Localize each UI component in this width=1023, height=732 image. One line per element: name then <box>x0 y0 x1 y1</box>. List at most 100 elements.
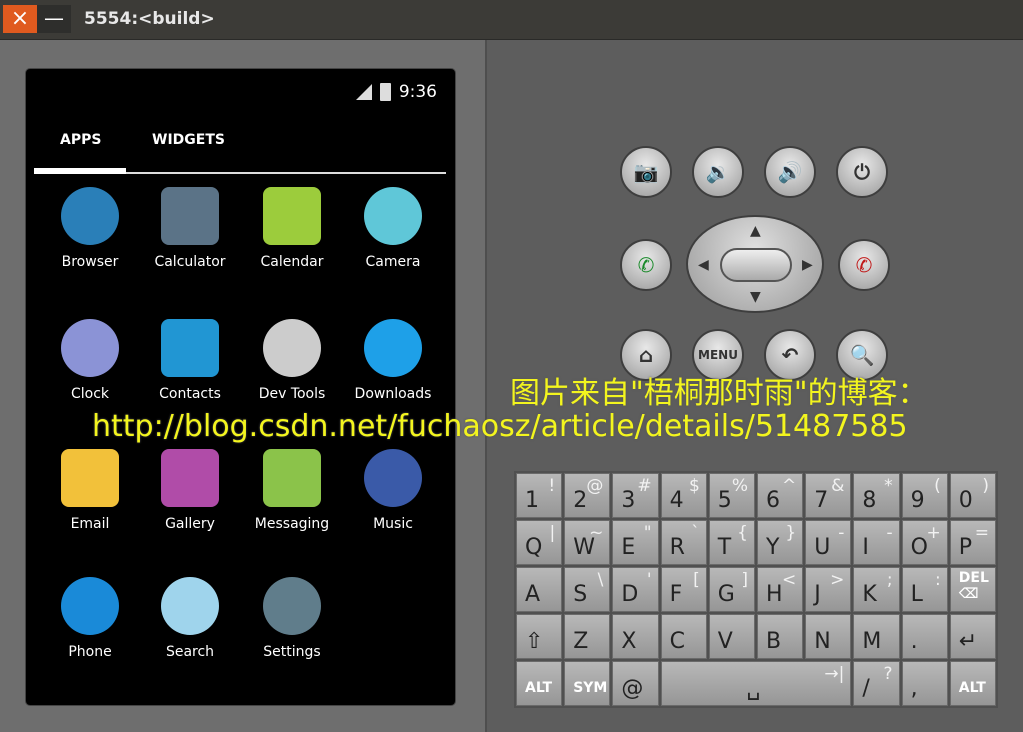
key-n[interactable]: N <box>805 614 852 659</box>
app-calendar[interactable]: Calendar <box>242 187 342 270</box>
volume-up-icon: 🔊 <box>777 160 803 184</box>
key-y[interactable]: Y} <box>757 520 804 565</box>
key-u[interactable]: U- <box>805 520 852 565</box>
key-s[interactable]: S \ <box>564 567 611 612</box>
key-f[interactable]: F[ <box>660 567 707 612</box>
camera-icon: 📷 <box>633 160 659 184</box>
tab-widgets[interactable]: WIDGETS <box>152 132 225 148</box>
app-settings[interactable]: Settings <box>242 577 342 660</box>
app-label: Contacts <box>159 386 221 402</box>
key-alt-label: [ <box>693 570 700 590</box>
key-e[interactable]: E " <box>612 520 659 565</box>
key-1[interactable]: 1! <box>516 473 563 518</box>
app-phone[interactable]: Phone <box>40 577 140 660</box>
key-sym42[interactable]: @ <box>612 661 659 706</box>
dpad[interactable]: ▲ ▼ ◀ ▶ <box>686 215 824 313</box>
key-sym45[interactable]: , <box>901 661 948 706</box>
camera-button[interactable]: 📷 <box>620 146 672 198</box>
key-v[interactable]: V <box>708 614 755 659</box>
key-label: 6 <box>766 488 780 513</box>
key-alt[interactable]: ALT <box>516 661 563 706</box>
key-w[interactable]: W ~ <box>564 520 611 565</box>
key-t[interactable]: T{ <box>708 520 755 565</box>
minimize-button[interactable]: — <box>37 5 71 33</box>
calculator-icon <box>161 187 219 245</box>
key-z[interactable]: Z <box>564 614 611 659</box>
app-downloads[interactable]: Downloads <box>343 319 443 402</box>
key-m[interactable]: M <box>853 614 900 659</box>
app-camera[interactable]: Camera <box>343 187 443 270</box>
key-d[interactable]: D ' <box>612 567 659 612</box>
dpad-up[interactable]: ▲ <box>750 223 761 239</box>
app-browser[interactable]: Browser <box>40 187 140 270</box>
key-i[interactable]: I- <box>853 520 900 565</box>
key-b[interactable]: B <box>757 614 804 659</box>
key-alt-label: →| <box>824 664 845 684</box>
key-9[interactable]: 9( <box>901 473 948 518</box>
key-l[interactable]: L: <box>901 567 948 612</box>
settings-icon <box>263 577 321 635</box>
key-6[interactable]: 6 ^ <box>757 473 804 518</box>
key-label: 3 <box>621 488 636 513</box>
key-3[interactable]: 3 # <box>612 473 659 518</box>
key-label: ↵ <box>958 629 978 654</box>
app-label: Search <box>165 644 215 660</box>
key-label: Q <box>525 535 543 560</box>
app-dev-tools[interactable]: Dev Tools <box>242 319 342 402</box>
key-sym39[interactable]: ↵ <box>949 614 996 659</box>
emulator-screen[interactable]: 9:36 APPS WIDGETS Browser Calculator Calen… <box>25 68 456 706</box>
key-o[interactable]: O + <box>901 520 948 565</box>
key-sym38[interactable]: . <box>901 614 948 659</box>
key-alt[interactable]: ALT <box>949 661 996 706</box>
key-4[interactable]: 4 $ <box>660 473 707 518</box>
key-8[interactable]: 8 * <box>853 473 900 518</box>
key-alt-label: ) <box>982 476 989 496</box>
volume-down-button[interactable]: 🔉 <box>692 146 744 198</box>
key-space[interactable]: ␣ →| <box>660 661 852 706</box>
end-call-button[interactable]: ✆ <box>838 239 890 291</box>
dpad-left[interactable]: ◀ <box>698 257 709 273</box>
calendar-icon <box>263 187 321 245</box>
key-sym44[interactable]: /? <box>853 661 900 706</box>
key-g[interactable]: G] <box>708 567 755 612</box>
key-label: 4 <box>669 488 684 513</box>
app-search[interactable]: Search <box>140 577 240 660</box>
app-music[interactable]: Music <box>343 449 443 532</box>
key-0[interactable]: 0) <box>949 473 996 518</box>
dpad-down[interactable]: ▼ <box>750 289 761 305</box>
app-messaging[interactable]: Messaging <box>242 449 342 532</box>
key-h[interactable]: H < <box>757 567 804 612</box>
app-email[interactable]: Email <box>40 449 140 532</box>
volume-up-button[interactable]: 🔊 <box>764 146 816 198</box>
close-button[interactable]: × <box>3 5 37 33</box>
contacts-icon <box>161 319 219 377</box>
signal-icon <box>355 84 372 100</box>
power-button[interactable]: ⏻ <box>836 146 888 198</box>
dpad-center[interactable] <box>720 248 792 282</box>
key-a[interactable]: A <box>516 567 563 612</box>
app-clock[interactable]: Clock <box>40 319 140 402</box>
key-p[interactable]: P = <box>949 520 996 565</box>
key-c[interactable]: C <box>660 614 707 659</box>
key-sym30[interactable]: ⇧ <box>516 614 563 659</box>
tab-apps[interactable]: APPS <box>60 132 101 148</box>
key-q[interactable]: Q | <box>516 520 563 565</box>
key-x[interactable]: X <box>612 614 659 659</box>
key-2[interactable]: 2 @ <box>564 473 611 518</box>
key-del[interactable]: DEL ⌫ <box>949 567 996 612</box>
call-button[interactable]: ✆ <box>620 239 672 291</box>
app-calculator[interactable]: Calculator <box>140 187 240 270</box>
key-5[interactable]: 5% <box>708 473 755 518</box>
app-gallery[interactable]: Gallery <box>140 449 240 532</box>
key-alt-label: : <box>935 570 941 590</box>
key-7[interactable]: 7 & <box>805 473 852 518</box>
app-label: Phone <box>68 644 112 660</box>
key-r[interactable]: R ` <box>660 520 707 565</box>
key-sym[interactable]: SYM <box>564 661 611 706</box>
dpad-right[interactable]: ▶ <box>802 257 813 273</box>
key-k[interactable]: K; <box>853 567 900 612</box>
key-j[interactable]: J > <box>805 567 852 612</box>
key-label: 1 <box>525 488 539 513</box>
app-contacts[interactable]: Contacts <box>140 319 240 402</box>
search-icon: 🔍 <box>849 343 875 367</box>
